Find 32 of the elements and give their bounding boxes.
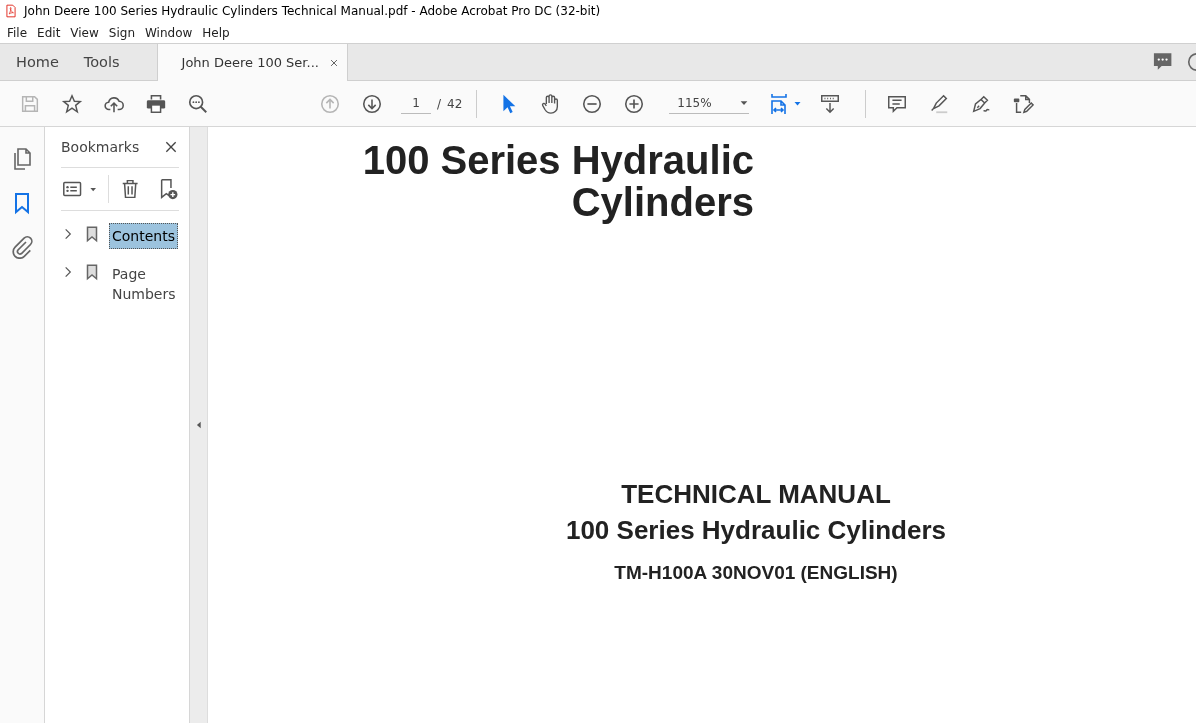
menu-item[interactable]: Edit bbox=[32, 25, 66, 40]
window-title: John Deere 100 Series Hydraulic Cylinders Technical Manual.pdf - Adobe Acrobat Pro DC (32-bit) bbox=[24, 4, 601, 18]
zoom-in-icon bbox=[623, 92, 646, 115]
close-icon bbox=[163, 139, 179, 155]
menu-item[interactable]: Sign bbox=[103, 25, 140, 40]
tab[interactable]: John Deere 100 Ser... bbox=[156, 44, 348, 81]
zoom-field[interactable]: 115% bbox=[669, 93, 750, 114]
panel-title: Bookmarks bbox=[61, 139, 140, 155]
edit-document-icon bbox=[1012, 92, 1035, 115]
pdf-file-icon bbox=[4, 4, 18, 18]
page-number-field[interactable]: 1 bbox=[401, 93, 431, 114]
close-icon bbox=[328, 57, 339, 68]
caret-icon bbox=[739, 98, 750, 108]
document-code: TM-H100A 30NOV01 (ENGLISH) bbox=[613, 562, 899, 584]
page-count: 42 bbox=[447, 96, 463, 111]
caret-icon bbox=[792, 99, 802, 108]
document-subheading: 100 Series Hydraulic Cylinders bbox=[564, 515, 948, 546]
document-title: Cylinders bbox=[570, 181, 754, 223]
menu-item[interactable]: Help bbox=[197, 25, 235, 40]
paperclip-icon[interactable] bbox=[10, 235, 34, 259]
menu-item[interactable]: View bbox=[65, 25, 104, 40]
page-separator: / bbox=[437, 96, 442, 111]
tab[interactable]: Home bbox=[0, 44, 68, 80]
menu-item[interactable]: File bbox=[2, 25, 33, 40]
zoom-out-icon bbox=[581, 92, 604, 115]
document-heading: TECHNICAL MANUAL bbox=[620, 479, 892, 510]
scroll-mode-icon bbox=[819, 92, 842, 115]
bookmark-item[interactable]: Page Numbers bbox=[109, 261, 179, 307]
tab[interactable]: Tools bbox=[67, 44, 129, 80]
document-title: 100 Series Hydraulic bbox=[361, 139, 754, 181]
bookmark-item[interactable]: Contents bbox=[109, 223, 178, 249]
menu-item[interactable]: Window bbox=[140, 25, 198, 40]
